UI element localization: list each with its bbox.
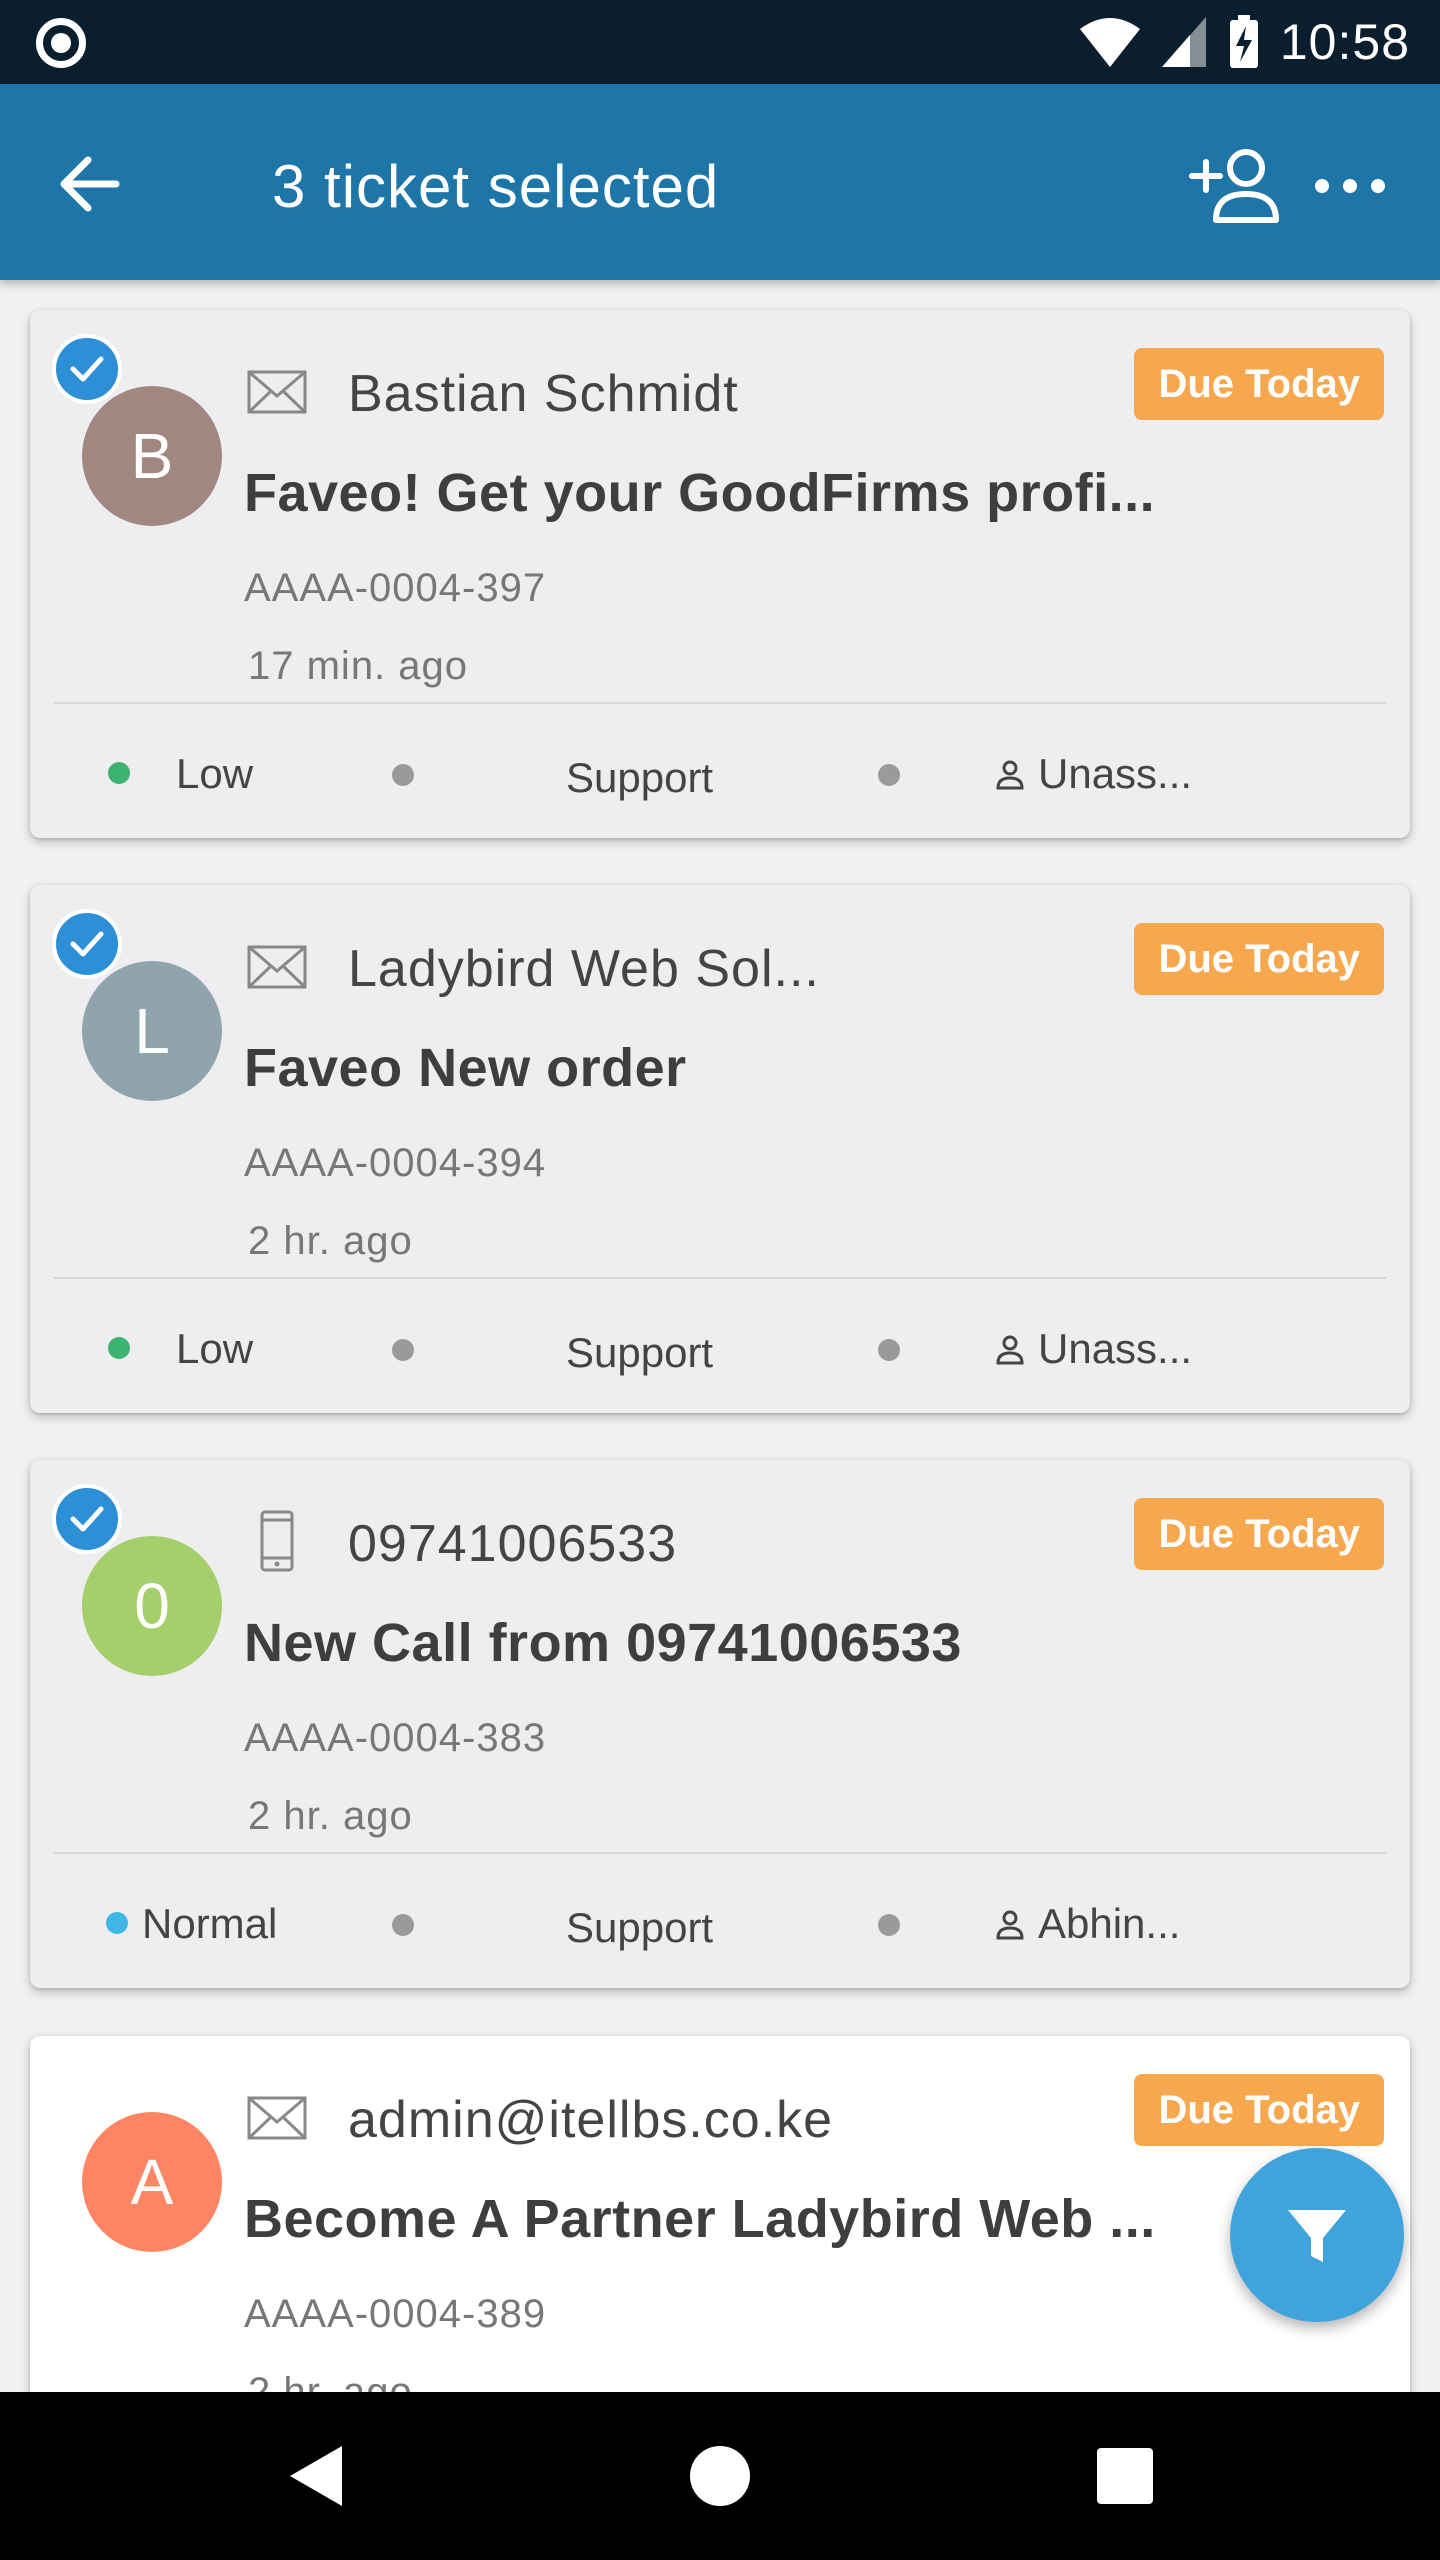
ticket-number: AAAA-0004-397 bbox=[244, 566, 547, 610]
person-icon bbox=[996, 1335, 1024, 1365]
avatar: A bbox=[82, 2112, 222, 2252]
assign-ticket-button[interactable] bbox=[1186, 146, 1282, 226]
due-badge: Due Today bbox=[1134, 923, 1384, 995]
priority-dot bbox=[108, 762, 130, 784]
ticket-card[interactable]: 0 09741006533 Due Today New Call from 09… bbox=[30, 1460, 1410, 1988]
wifi-icon bbox=[1079, 18, 1140, 67]
ticket-time: 17 min. ago bbox=[248, 644, 469, 688]
ticket-card[interactable]: B Bastian Schmidt Due Today Faveo! Get y… bbox=[30, 310, 1410, 838]
assignee-label: Abhin... bbox=[1038, 1900, 1181, 1947]
ticket-subject: Faveo! Get your GoodFirms profi... bbox=[244, 463, 1156, 523]
divider bbox=[54, 1852, 1386, 1854]
filter-button[interactable] bbox=[1230, 2148, 1404, 2322]
ticket-sender: admin@itellbs.co.ke bbox=[348, 2091, 834, 2149]
phone-icon bbox=[260, 1510, 294, 1572]
divider bbox=[54, 702, 1386, 704]
more-horizontal-icon bbox=[1315, 179, 1385, 193]
avatar: 0 bbox=[82, 1536, 222, 1676]
divider bbox=[54, 1277, 1386, 1279]
department-label: Support bbox=[566, 754, 714, 801]
mail-icon bbox=[247, 945, 307, 989]
ticket-subject: New Call from 09741006533 bbox=[244, 1613, 962, 1673]
priority-dot bbox=[108, 1337, 130, 1359]
nav-recents-icon[interactable] bbox=[1097, 2448, 1153, 2504]
person-icon bbox=[996, 1910, 1024, 1940]
due-badge: Due Today bbox=[1134, 2074, 1384, 2146]
priority-dot bbox=[106, 1912, 128, 1934]
separator-dot bbox=[878, 764, 900, 786]
ticket-number: AAAA-0004-389 bbox=[244, 2292, 547, 2336]
mail-icon bbox=[247, 2096, 307, 2140]
selected-check-icon[interactable] bbox=[52, 334, 122, 404]
separator-dot bbox=[878, 1914, 900, 1936]
nav-back-icon[interactable] bbox=[282, 2440, 354, 2512]
assignee: Unass... bbox=[994, 1325, 1192, 1373]
assignee: Unass... bbox=[994, 750, 1192, 798]
signal-icon bbox=[1161, 17, 1206, 67]
due-badge: Due Today bbox=[1134, 1498, 1384, 1570]
ticket-time: 2 hr. ago bbox=[248, 1794, 413, 1838]
priority-label: Normal bbox=[142, 1900, 278, 1947]
nav-home-icon[interactable] bbox=[690, 2446, 750, 2506]
ticket-subject: Faveo New order bbox=[244, 1038, 687, 1098]
separator-dot bbox=[878, 1339, 900, 1361]
ticket-number: AAAA-0004-383 bbox=[244, 1716, 547, 1760]
department-label: Support bbox=[566, 1904, 714, 1951]
selected-check-icon[interactable] bbox=[52, 1484, 122, 1554]
arrow-back-icon bbox=[60, 156, 120, 212]
ticket-footer: Low Support Unass... bbox=[30, 706, 1410, 832]
more-options-button[interactable] bbox=[1310, 156, 1390, 216]
back-button[interactable] bbox=[50, 144, 130, 224]
status-bar: 10:58 bbox=[0, 0, 1440, 84]
filter-icon bbox=[1288, 2210, 1346, 2262]
record-icon bbox=[36, 18, 86, 68]
page-title: 3 ticket selected bbox=[272, 153, 720, 220]
ticket-footer: Low Support Unass... bbox=[30, 1281, 1410, 1407]
ticket-card[interactable]: L Ladybird Web Sol... Due Today Faveo Ne… bbox=[30, 885, 1410, 1413]
ticket-number: AAAA-0004-394 bbox=[244, 1141, 547, 1185]
ticket-sender: Bastian Schmidt bbox=[348, 365, 739, 423]
ticket-time: 2 hr. ago bbox=[248, 1219, 413, 1263]
app-bar: 3 ticket selected bbox=[0, 84, 1440, 280]
assignee-label: Unass... bbox=[1038, 750, 1193, 797]
ticket-subject: Become A Partner Ladybird Web ... bbox=[244, 2189, 1156, 2249]
separator-dot bbox=[392, 1339, 414, 1361]
selected-check-icon[interactable] bbox=[52, 909, 122, 979]
navigation-bar bbox=[0, 2392, 1440, 2560]
avatar: B bbox=[82, 386, 222, 526]
ticket-footer: Normal Support Abhin... bbox=[30, 1856, 1410, 1982]
avatar: L bbox=[82, 961, 222, 1101]
due-badge: Due Today bbox=[1134, 348, 1384, 420]
status-time: 10:58 bbox=[1279, 14, 1410, 70]
priority-label: Low bbox=[176, 1325, 254, 1372]
department-label: Support bbox=[566, 1329, 714, 1376]
assignee: Abhin... bbox=[994, 1900, 1180, 1948]
separator-dot bbox=[392, 1914, 414, 1936]
mail-icon bbox=[247, 370, 307, 414]
ticket-sender: 09741006533 bbox=[348, 1515, 678, 1573]
assignee-label: Unass... bbox=[1038, 1325, 1193, 1372]
ticket-sender: Ladybird Web Sol... bbox=[348, 940, 820, 998]
separator-dot bbox=[392, 764, 414, 786]
person-add-icon bbox=[1189, 149, 1279, 223]
person-icon bbox=[996, 760, 1024, 790]
priority-label: Low bbox=[176, 750, 254, 797]
battery-charging-icon bbox=[1229, 15, 1258, 68]
